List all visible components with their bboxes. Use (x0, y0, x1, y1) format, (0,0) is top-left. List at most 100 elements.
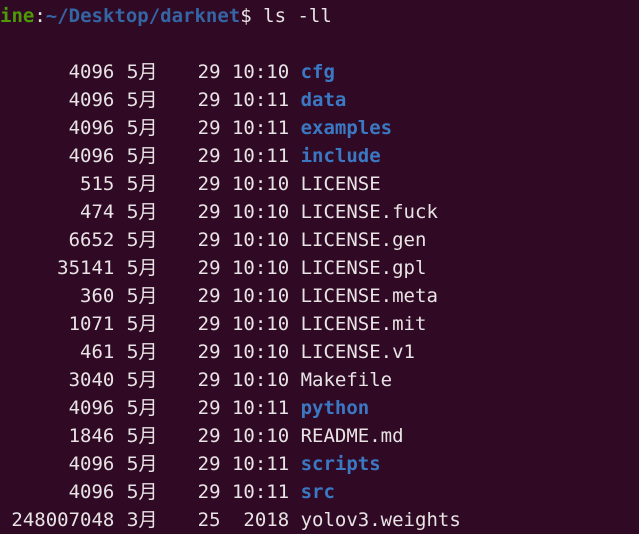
file-size: 4096 (68, 117, 115, 139)
directory-name[interactable]: scripts (301, 450, 381, 478)
file-name[interactable]: LICENSE.fuck (301, 198, 438, 226)
file-name[interactable]: LICENSE (301, 170, 381, 198)
prompt-host: ine (0, 5, 35, 27)
file-listing-row[interactable]: 6652 5月 29 10:10 LICENSE.gen (0, 226, 639, 254)
file-day: 29 (197, 313, 221, 335)
file-name[interactable]: README.md (301, 422, 404, 450)
directory-name[interactable]: src (301, 478, 335, 506)
file-size: 4096 (68, 481, 115, 503)
prompt-command: ls -ll (263, 5, 332, 27)
file-time: 10:10 (231, 369, 290, 391)
directory-name[interactable]: examples (301, 114, 393, 142)
file-name[interactable]: LICENSE.gpl (301, 254, 427, 282)
file-month: 5月 (126, 229, 158, 251)
file-size: 360 (80, 285, 115, 307)
file-month: 5月 (126, 369, 158, 391)
file-size: 515 (80, 173, 115, 195)
file-size: 35141 (57, 257, 115, 279)
file-day: 29 (197, 89, 221, 111)
file-size: 461 (80, 341, 115, 363)
file-listing-row[interactable]: 3040 5月 29 10:10 Makefile (0, 366, 639, 394)
file-listing-row[interactable]: 461 5月 29 10:10 LICENSE.v1 (0, 338, 639, 366)
file-time: 10:11 (231, 145, 290, 167)
file-size: 6652 (68, 229, 115, 251)
file-month: 5月 (126, 313, 158, 335)
file-name[interactable]: Makefile (301, 366, 393, 394)
file-time: 10:11 (231, 481, 290, 503)
file-time: 10:10 (231, 341, 290, 363)
file-size: 1846 (68, 425, 115, 447)
directory-name[interactable]: include (301, 142, 381, 170)
file-size: 4096 (68, 61, 115, 83)
file-listing[interactable]: 4096 5月 29 10:10 cfg 4096 5月 29 10:11 data 4096 5月 2… (0, 58, 639, 534)
file-listing-row[interactable]: 4096 5月 29 10:10 cfg (0, 58, 639, 86)
file-month: 5月 (126, 453, 158, 475)
file-size: 4096 (68, 453, 115, 475)
file-listing-row[interactable]: 1071 5月 29 10:10 LICENSE.mit (0, 310, 639, 338)
file-time: 10:11 (231, 397, 290, 419)
prompt-separator: : (34, 5, 46, 27)
terminal-screen[interactable]: ine:~/Desktop/darknet$ ls -ll 4096 5月 29 10… (0, 0, 639, 534)
file-listing-row[interactable]: 360 5月 29 10:10 LICENSE.meta (0, 282, 639, 310)
file-size: 474 (80, 201, 115, 223)
file-day: 29 (197, 61, 221, 83)
file-time: 10:11 (231, 89, 290, 111)
file-month: 5月 (126, 285, 158, 307)
directory-name[interactable]: cfg (301, 58, 335, 86)
file-size: 3040 (68, 369, 115, 391)
file-listing-row[interactable]: 474 5月 29 10:10 LICENSE.fuck (0, 198, 639, 226)
file-time: 10:10 (231, 257, 290, 279)
file-time: 10:11 (231, 117, 290, 139)
file-day: 29 (197, 229, 221, 251)
file-day: 29 (197, 481, 221, 503)
file-time: 2018 (243, 509, 290, 531)
directory-name[interactable]: data (301, 86, 347, 114)
file-month: 5月 (126, 481, 158, 503)
file-day: 29 (197, 341, 221, 363)
file-listing-row[interactable]: 4096 5月 29 10:11 src (0, 478, 639, 506)
prompt-path: ~/Desktop/darknet (45, 5, 241, 27)
file-time: 10:10 (231, 173, 290, 195)
file-listing-row[interactable]: 4096 5月 29 10:11 examples (0, 114, 639, 142)
file-listing-row[interactable]: 4096 5月 29 10:11 include (0, 142, 639, 170)
file-size: 1071 (68, 313, 115, 335)
file-day: 29 (197, 453, 221, 475)
terminal-window[interactable]: ine:~/Desktop/darknet$ ls -ll 4096 5月 29 10… (0, 0, 639, 534)
file-day: 29 (197, 397, 221, 419)
file-listing-row[interactable]: 248007048 3月 25 2018 yolov3.weights (0, 506, 639, 534)
file-day: 29 (197, 425, 221, 447)
file-time: 10:10 (231, 285, 290, 307)
file-size: 248007048 (11, 509, 115, 531)
file-month: 5月 (126, 425, 158, 447)
file-month: 5月 (126, 117, 158, 139)
file-month: 3月 (126, 509, 158, 531)
file-month: 5月 (126, 89, 158, 111)
file-name[interactable]: LICENSE.mit (301, 310, 427, 338)
file-day: 29 (197, 201, 221, 223)
file-name[interactable]: LICENSE.gen (301, 226, 427, 254)
file-time: 10:10 (231, 61, 290, 83)
file-listing-row[interactable]: 4096 5月 29 10:11 data (0, 86, 639, 114)
file-month: 5月 (126, 201, 158, 223)
file-size: 4096 (68, 397, 115, 419)
file-name[interactable]: LICENSE.meta (301, 282, 438, 310)
file-listing-row[interactable]: 35141 5月 29 10:10 LICENSE.gpl (0, 254, 639, 282)
file-day: 29 (197, 145, 221, 167)
file-listing-row[interactable]: 4096 5月 29 10:11 python (0, 394, 639, 422)
file-listing-row[interactable]: 515 5月 29 10:10 LICENSE (0, 170, 639, 198)
file-day: 25 (197, 509, 221, 531)
file-time: 10:10 (231, 229, 290, 251)
file-day: 29 (197, 257, 221, 279)
file-month: 5月 (126, 397, 158, 419)
file-listing-row[interactable]: 4096 5月 29 10:11 scripts (0, 450, 639, 478)
file-time: 10:10 (231, 425, 290, 447)
file-time: 10:10 (231, 313, 290, 335)
file-listing-row[interactable]: 1846 5月 29 10:10 README.md (0, 422, 639, 450)
directory-name[interactable]: python (301, 394, 370, 422)
file-name[interactable]: yolov3.weights (301, 506, 461, 534)
file-day: 29 (197, 173, 221, 195)
file-name[interactable]: LICENSE.v1 (301, 338, 415, 366)
file-month: 5月 (126, 341, 158, 363)
file-month: 5月 (126, 61, 158, 83)
